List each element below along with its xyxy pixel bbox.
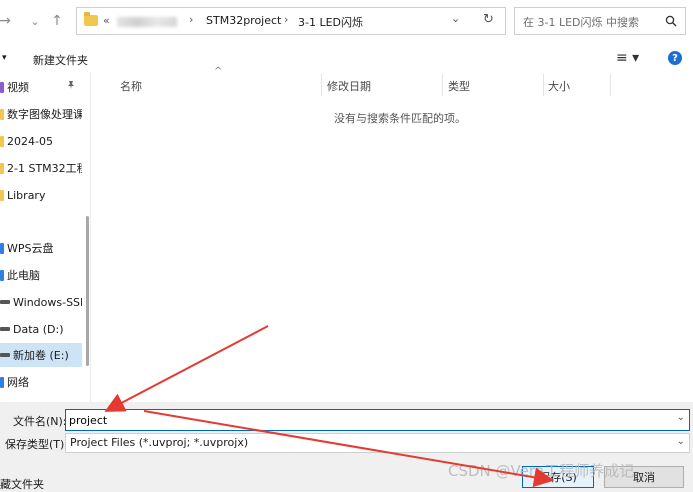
sidebar-item-new-volume-e[interactable]: 新加卷 (E:) <box>0 343 82 367</box>
chevron-down-icon[interactable]: ⌄ <box>677 412 685 423</box>
sidebar-scrollbar[interactable] <box>86 216 89 366</box>
search-icon[interactable] <box>665 15 677 27</box>
address-dropdown-icon[interactable]: ⌄ <box>451 12 460 25</box>
forward-button[interactable]: → <box>0 8 14 34</box>
address-bar[interactable]: « › STM32project › 3-1 LED闪烁 ⌄ ↻ <box>76 7 506 35</box>
cancel-button-label: 取消 <box>633 471 655 484</box>
sidebar-item-library[interactable]: Library <box>0 183 82 207</box>
chevron-down-icon[interactable]: ⌄ <box>677 436 685 447</box>
column-header-name[interactable]: 名称 <box>120 78 142 94</box>
column-separator[interactable] <box>321 74 322 96</box>
folder-icon <box>84 12 98 26</box>
sidebar-item-label: 视频 <box>7 81 29 94</box>
new-folder-button[interactable]: 新建文件夹 <box>33 52 88 68</box>
sidebar-item-label: Library <box>7 188 46 202</box>
sidebar-item-label: Data (D:) <box>13 322 64 336</box>
view-options-icon[interactable]: ≡ ▾ <box>616 50 639 66</box>
filename-label: 文件名(N): <box>13 415 67 428</box>
filetype-value: Project Files (*.uvproj; *.uvprojx) <box>70 436 249 449</box>
column-header-date[interactable]: 修改日期 <box>327 78 371 94</box>
breadcrumb-stm32project[interactable]: STM32project <box>206 14 281 27</box>
filetype-select[interactable]: Project Files (*.uvproj; *.uvprojx) ⌄ <box>65 433 690 453</box>
drive-icon <box>0 327 10 331</box>
organize-chevron-icon[interactable]: ▾ <box>2 53 7 63</box>
pane-divider <box>90 72 91 402</box>
sidebar-item-label: 网络 <box>7 376 29 389</box>
sidebar-item-label: 2024-05 <box>7 134 53 148</box>
column-header-type[interactable]: 类型 <box>448 78 470 94</box>
sidebar-item-network[interactable]: 网络 <box>0 370 82 394</box>
redacted-path <box>117 17 177 27</box>
sidebar-item-label: 2-1 STM32工程 <box>7 162 82 175</box>
arrow-up-icon: ↑ <box>51 13 63 29</box>
recent-locations-button[interactable]: ⌄ <box>26 8 44 34</box>
search-box[interactable]: 在 3-1 LED闪烁 中搜索 <box>514 7 686 35</box>
column-separator[interactable] <box>442 74 443 96</box>
arrow-right-icon: → <box>0 13 11 29</box>
search-placeholder: 在 3-1 LED闪烁 中搜索 <box>523 16 640 29</box>
sidebar-item-2024-05[interactable]: 2024-05 <box>0 129 82 153</box>
help-icon[interactable]: ? <box>668 51 682 65</box>
column-separator[interactable] <box>610 74 611 96</box>
folder-icon <box>0 108 4 120</box>
folder-icon <box>0 189 4 201</box>
filename-field[interactable]: ⌄ <box>65 409 690 431</box>
navigation-pane: 视频 数字图像处理课 2024-05 2-1 STM32工程 Library W… <box>0 72 90 402</box>
sidebar-item-windows-ssd[interactable]: Windows-SSD <box>0 290 82 314</box>
drive-icon <box>0 300 10 304</box>
drive-icon <box>0 353 10 357</box>
breadcrumb-current-folder[interactable]: 3-1 LED闪烁 <box>298 14 363 30</box>
folder-icon <box>0 135 4 147</box>
annotation-arrow-filename <box>104 325 269 412</box>
sidebar-item-label: Windows-SSD <box>13 295 82 309</box>
column-header-size[interactable]: 大小 <box>548 78 570 94</box>
sidebar-item-label: 此电脑 <box>7 269 40 282</box>
sidebar-item-label: 数字图像处理课 <box>7 108 82 121</box>
up-button[interactable]: ↑ <box>48 8 66 34</box>
sidebar-item-this-pc[interactable]: 此电脑 <box>0 263 82 287</box>
filename-input[interactable] <box>66 410 652 430</box>
sidebar-item-wps-cloud[interactable]: WPS云盘 <box>0 236 82 260</box>
column-separator[interactable] <box>543 74 544 96</box>
breadcrumb-overflow[interactable]: « <box>103 14 110 27</box>
sidebar-item-label: 新加卷 (E:) <box>13 349 69 362</box>
chevron-down-icon: ⌄ <box>30 14 40 28</box>
empty-folder-message: 没有与搜索条件匹配的项。 <box>334 112 466 125</box>
sidebar-item-digital-image[interactable]: 数字图像处理课 <box>0 102 82 126</box>
refresh-icon[interactable]: ↻ <box>483 12 494 27</box>
pin-icon <box>66 80 76 93</box>
filetype-label: 保存类型(T): <box>5 438 69 451</box>
computer-icon <box>0 269 4 281</box>
breadcrumb-separator: › <box>284 13 289 26</box>
watermark: CSDN @Vera工程师养成记 <box>448 462 635 480</box>
videos-icon <box>0 81 4 93</box>
hide-folders-button[interactable]: 藏文件夹 <box>0 476 44 492</box>
cloud-icon <box>0 242 4 254</box>
breadcrumb-separator: › <box>189 13 194 26</box>
sidebar-item-stm32-project[interactable]: 2-1 STM32工程 <box>0 156 82 180</box>
sidebar-item-label: WPS云盘 <box>7 242 54 255</box>
folder-icon <box>0 162 4 174</box>
network-icon <box>0 376 4 388</box>
sidebar-item-data-d[interactable]: Data (D:) <box>0 317 82 341</box>
sort-caret-icon: ^ <box>214 66 223 77</box>
